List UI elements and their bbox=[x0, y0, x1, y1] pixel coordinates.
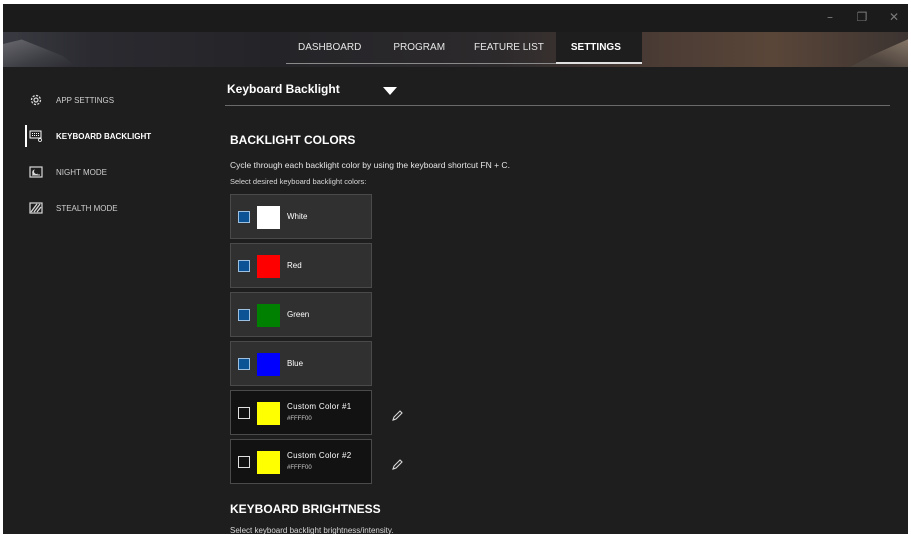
color-checkbox[interactable] bbox=[238, 456, 250, 468]
color-option-white[interactable]: White bbox=[230, 194, 372, 239]
settings-section-dropdown[interactable]: Keyboard Backlight bbox=[225, 72, 890, 106]
color-checkbox[interactable] bbox=[238, 260, 250, 272]
stealth-mode-icon bbox=[29, 201, 43, 215]
color-name: Blue bbox=[287, 359, 304, 368]
title-bar: – ❐ ✕ bbox=[3, 4, 908, 32]
color-checkbox[interactable] bbox=[238, 211, 250, 223]
sidebar: APP SETTINGS KEYBOARD BACKLIGHT NIGHT MO… bbox=[3, 67, 218, 534]
sidebar-item-app-settings[interactable]: APP SETTINGS bbox=[25, 89, 205, 111]
edit-pencil-icon[interactable] bbox=[390, 458, 404, 472]
color-name: White bbox=[287, 212, 308, 221]
color-swatch bbox=[257, 353, 280, 376]
tab-dashboard[interactable]: DASHBOARD bbox=[286, 32, 376, 64]
tab-program[interactable]: PROGRAM bbox=[375, 32, 460, 64]
sidebar-item-stealth-mode[interactable]: STEALTH MODE bbox=[25, 197, 205, 219]
color-name: Custom Color #1 bbox=[287, 402, 352, 411]
color-checkbox[interactable] bbox=[238, 358, 250, 370]
color-option-blue[interactable]: Blue bbox=[230, 341, 372, 386]
color-option-custom-1[interactable]: Custom Color #1 #FFFF00 bbox=[230, 390, 372, 435]
restore-button[interactable]: ❐ bbox=[851, 8, 873, 26]
banner-landscape-right bbox=[848, 39, 908, 67]
color-option-red[interactable]: Red bbox=[230, 243, 372, 288]
gear-icon bbox=[29, 93, 43, 107]
caret-down-icon bbox=[383, 87, 397, 95]
color-swatch bbox=[257, 402, 280, 425]
sidebar-item-label: NIGHT MODE bbox=[56, 167, 107, 177]
keyboard-backlight-icon bbox=[29, 129, 43, 143]
header-banner: DASHBOARD PROGRAM FEATURE LIST SETTINGS bbox=[3, 32, 908, 67]
close-button[interactable]: ✕ bbox=[883, 8, 905, 26]
sidebar-item-label: STEALTH MODE bbox=[56, 203, 118, 213]
keyboard-brightness-description: Select keyboard backlight brightness/int… bbox=[230, 526, 394, 534]
backlight-colors-title: BACKLIGHT COLORS bbox=[230, 133, 356, 147]
color-option-custom-2[interactable]: Custom Color #2 #FFFF00 bbox=[230, 439, 372, 484]
color-swatch bbox=[257, 304, 280, 327]
app-window: – ❐ ✕ DASHBOARD PROGRAM FEATURE LIST SET… bbox=[3, 4, 908, 534]
backlight-colors-subdescription: Select desired keyboard backlight colors… bbox=[230, 177, 367, 186]
main-content: Keyboard Backlight BACKLIGHT COLORS Cycl… bbox=[225, 67, 893, 534]
sidebar-item-label: APP SETTINGS bbox=[56, 95, 115, 105]
tab-settings[interactable]: SETTINGS bbox=[555, 32, 642, 64]
color-hex-value: #FFFF00 bbox=[287, 416, 312, 422]
color-checkbox[interactable] bbox=[238, 407, 250, 419]
sidebar-item-keyboard-backlight[interactable]: KEYBOARD BACKLIGHT bbox=[25, 125, 205, 147]
color-swatch bbox=[257, 451, 280, 474]
color-swatch bbox=[257, 206, 280, 229]
color-name: Red bbox=[287, 261, 302, 270]
tab-feature-list[interactable]: FEATURE LIST bbox=[459, 32, 556, 64]
edit-pencil-icon[interactable] bbox=[390, 409, 404, 423]
dropdown-selected-label: Keyboard Backlight bbox=[227, 81, 340, 96]
sidebar-item-night-mode[interactable]: NIGHT MODE bbox=[25, 161, 205, 183]
night-mode-icon bbox=[29, 165, 43, 179]
minimize-button[interactable]: – bbox=[819, 8, 841, 26]
color-hex-value: #FFFF00 bbox=[287, 465, 312, 471]
main-tabs: DASHBOARD PROGRAM FEATURE LIST SETTINGS bbox=[286, 32, 642, 67]
backlight-colors-description: Cycle through each backlight color by us… bbox=[230, 160, 510, 170]
sidebar-item-label: KEYBOARD BACKLIGHT bbox=[56, 131, 152, 141]
keyboard-brightness-title: KEYBOARD BRIGHTNESS bbox=[230, 502, 381, 516]
color-checkbox[interactable] bbox=[238, 309, 250, 321]
color-swatch bbox=[257, 255, 280, 278]
banner-landscape-left bbox=[3, 39, 78, 67]
color-option-green[interactable]: Green bbox=[230, 292, 372, 337]
color-name: Custom Color #2 bbox=[287, 451, 352, 460]
color-name: Green bbox=[287, 310, 310, 319]
